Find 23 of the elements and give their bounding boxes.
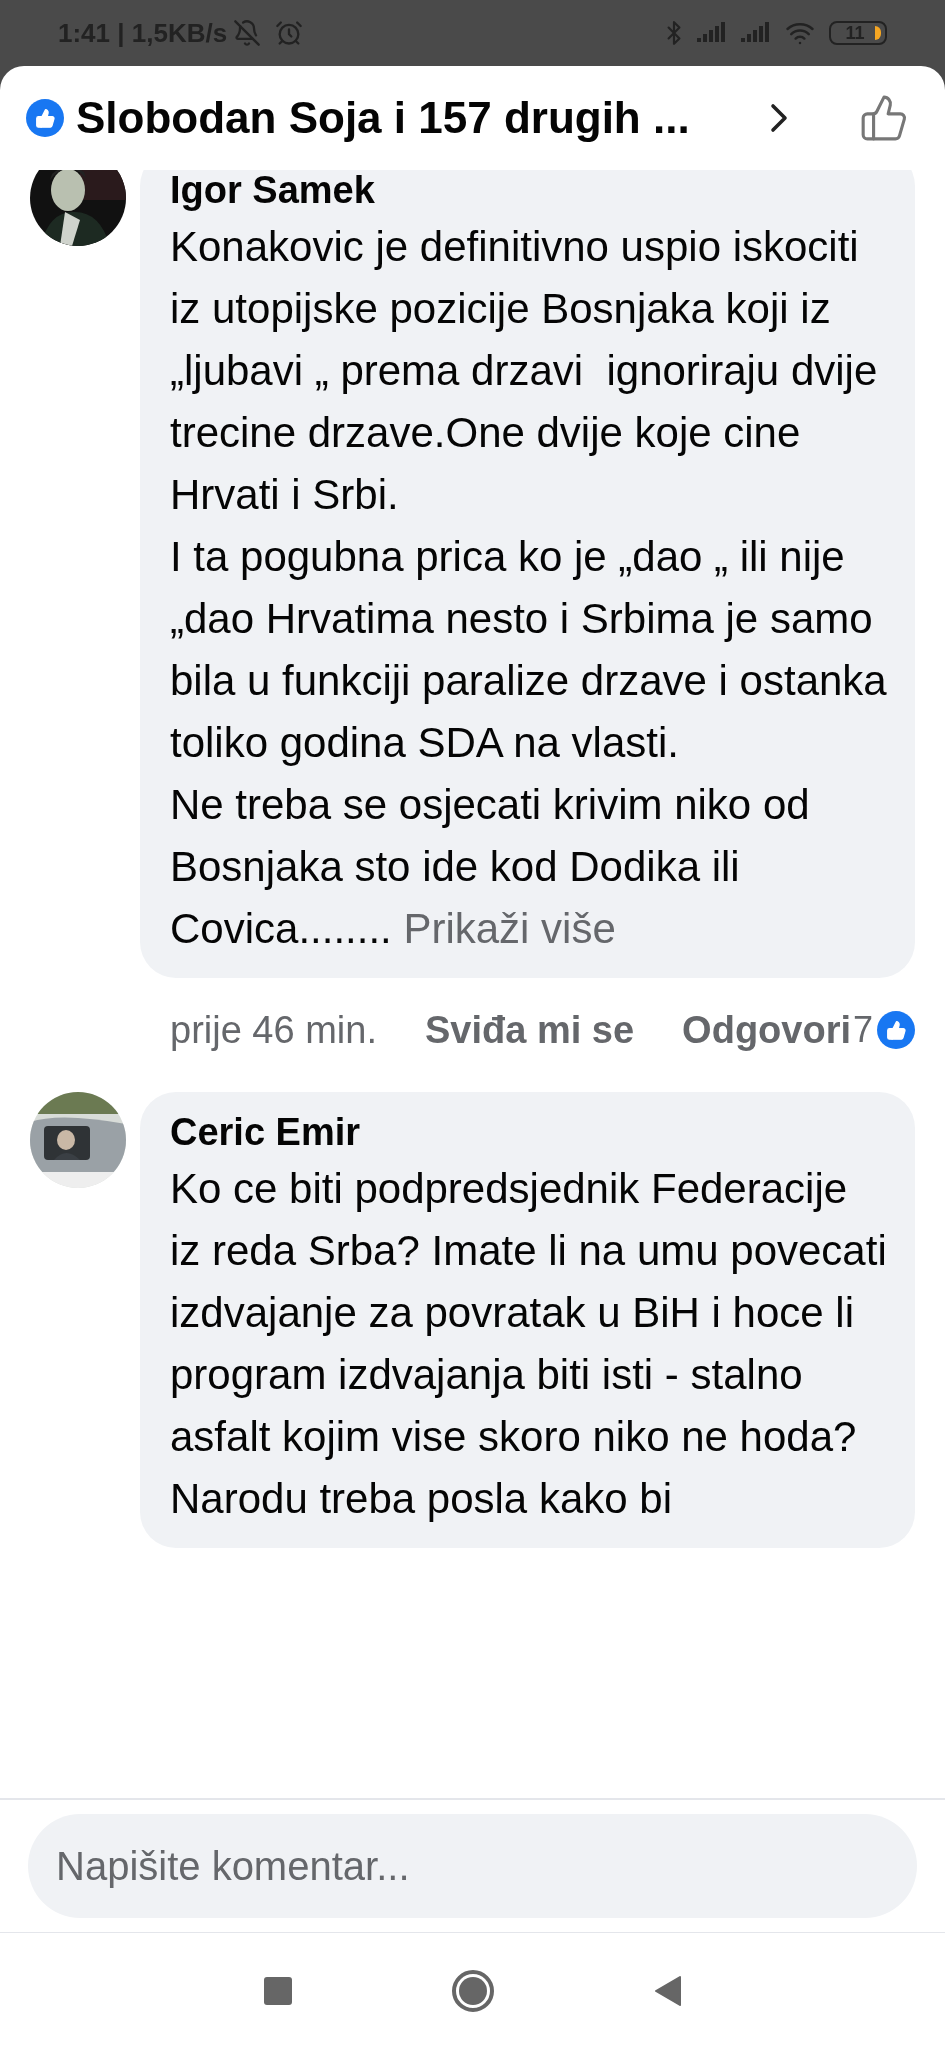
recent-apps-button[interactable] <box>263 1976 292 2005</box>
reaction-count: 7 <box>852 1008 873 1052</box>
like-link[interactable]: Sviđa mi se <box>425 998 635 1062</box>
home-button[interactable] <box>451 1969 494 2012</box>
comment-author[interactable]: Igor Samek <box>170 170 887 216</box>
see-more-link[interactable]: Prikaži više <box>403 905 616 952</box>
signal-icon <box>741 22 771 44</box>
like-icon[interactable] <box>859 93 909 143</box>
like-icon <box>877 1011 915 1049</box>
comment-time: prije 46 min. <box>170 1008 377 1053</box>
reactions-title[interactable]: Slobodan Soja i 157 drugih ... <box>76 85 690 151</box>
comment-text: Konakovic je definitivno uspio iskociti iz utopijske pozicije Bosnjaka koji iz „ljubavi „ prema drzavi ignoriraju dvije trecine drzave.One dvije koje cine Hrvati i Srbi. <box>170 222 879 520</box>
alarm-icon <box>275 19 304 47</box>
comment-text: I ta pogubna prica ko je „dao „ ili nije „dao Hrvatima nesto i Srbima je samo bila u funkciji paralize drzave i ostanka toliko godina SDA na vlasti. <box>170 532 887 768</box>
comment-text: Ne treba se osjecati krivim niko od Bosnjaka sto ide kod Dodika ili Covica........ Prikaži više <box>170 780 811 954</box>
back-button[interactable] <box>653 1974 682 2007</box>
comment-input[interactable]: Napišite komentar... <box>28 1814 917 1918</box>
reply-link[interactable]: Odgovori <box>682 998 851 1062</box>
comment-text: Ko ce biti podpredsjednik Federacije iz reda Srba? Imate li na umu povecati izdvajanje za povratak u BiH i hoce li program izdvajanja biti isti - stalno asfalt kojim vise skoro niko ne hoda? Narodu treba posla kako bi <box>170 1164 887 1524</box>
signal-icon <box>697 22 727 44</box>
bell-off-icon <box>233 19 262 47</box>
like-icon <box>26 99 64 137</box>
comment-author[interactable]: Ceric Emir <box>170 1106 887 1158</box>
